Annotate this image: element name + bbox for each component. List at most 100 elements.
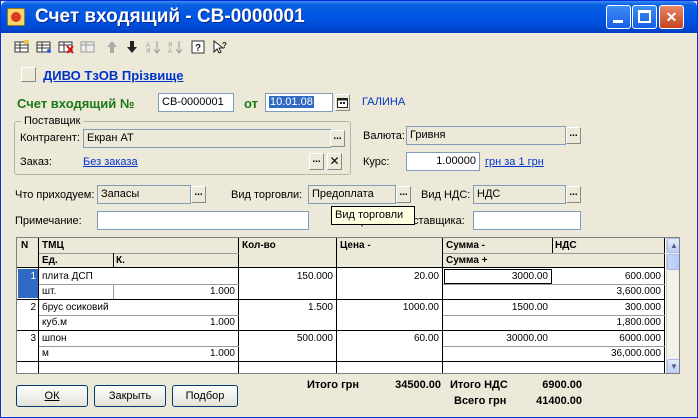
col-header-k[interactable]: К. (116, 255, 125, 266)
scroll-thumb[interactable] (667, 254, 679, 270)
scroll-up-button[interactable]: ▲ (667, 238, 679, 253)
row-k[interactable]: 1.000 (157, 317, 235, 328)
edit-row-icon[interactable] (79, 40, 97, 58)
row-qty[interactable]: 500.000 (241, 333, 333, 344)
contractor-field[interactable]: Екран АТ (83, 129, 331, 148)
row-number[interactable]: 2 (18, 302, 36, 313)
row-name[interactable]: шпон (42, 333, 67, 344)
sort-asc-icon[interactable]: AЯ (145, 40, 163, 58)
items-table[interactable]: N ТМЦ Ед. К. Кол-во Цена - Сумма - НДС С… (16, 237, 680, 374)
row-k[interactable]: 1.000 (157, 286, 235, 297)
svg-text:?: ? (195, 43, 201, 54)
total-value: 34500.00 (395, 379, 441, 391)
scroll-down-button[interactable]: ▼ (667, 359, 679, 373)
document-number-label: Счет входящий № (17, 96, 135, 111)
minimize-button[interactable] (606, 5, 631, 29)
row-unit[interactable]: шт. (42, 286, 56, 297)
row-vat[interactable]: 6000.000 (555, 333, 661, 344)
move-up-icon[interactable] (103, 40, 121, 58)
incoming-field[interactable]: Запасы (97, 185, 191, 204)
order-link[interactable]: Без заказа (83, 156, 138, 168)
ok-button[interactable]: ОК (16, 385, 88, 407)
incoming-label: Что приходуем: (15, 189, 95, 201)
rate-unit-link[interactable]: грн за 1 грн (485, 156, 544, 168)
organization-select-button[interactable] (21, 67, 36, 82)
supplier-invoice-number-field[interactable] (473, 211, 581, 230)
copy-row-icon[interactable] (35, 40, 53, 58)
incoming-select-button[interactable]: ... (191, 186, 206, 203)
col-header-number[interactable]: N (21, 240, 28, 251)
help-icon[interactable]: ? (189, 40, 207, 58)
vat-type-field[interactable]: НДС (473, 185, 566, 204)
note-field[interactable] (97, 211, 309, 230)
row-sum-plus[interactable]: 36,000.000 (555, 348, 661, 359)
row-sum[interactable]: 1500.00 (445, 302, 548, 313)
svg-text:?: ? (222, 41, 227, 50)
trade-field[interactable]: Предоплата (308, 185, 396, 204)
calendar-button[interactable] (335, 94, 350, 111)
trade-tooltip: Вид торговли (331, 206, 415, 225)
row-sum-plus[interactable]: 1,800.000 (555, 317, 662, 328)
col-header-unit[interactable]: Ед. (42, 255, 58, 266)
rate-field[interactable]: 1.00000 (406, 152, 480, 171)
row-price[interactable]: 60.00 (339, 333, 439, 344)
supplier-group-title: Поставщик (21, 115, 84, 127)
close-form-button[interactable]: Закрыть (94, 385, 166, 407)
row-price[interactable]: 1000.00 (339, 302, 439, 313)
contractor-label: Контрагент: (20, 132, 80, 144)
table-toolbar: AЯ ЯA ? ? (9, 38, 689, 60)
select-button-label: Подбор (185, 390, 225, 402)
order-clear-button[interactable]: ✕ (327, 153, 342, 170)
close-button[interactable]: ✕ (659, 5, 684, 29)
row-sum-plus[interactable]: 3,600.000 (555, 286, 662, 297)
table-scrollbar[interactable]: ▲ ▼ (666, 238, 679, 373)
row-qty[interactable]: 150.000 (241, 271, 333, 282)
close-icon: ✕ (665, 9, 678, 25)
row-number: 1 (30, 271, 36, 282)
row-unit[interactable]: м (42, 348, 49, 359)
minimize-icon (613, 20, 623, 23)
sort-desc-icon[interactable]: ЯA (167, 40, 185, 58)
new-row-icon[interactable] (13, 40, 31, 58)
help-pointer-icon[interactable]: ? (211, 39, 229, 58)
trade-label: Вид торговли: (231, 189, 303, 201)
delete-row-icon[interactable] (57, 40, 75, 58)
col-header-tmc[interactable]: ТМЦ (42, 240, 64, 251)
row-name[interactable]: брус осиковий (42, 302, 109, 313)
trade-select-button[interactable]: ... (396, 186, 411, 203)
row-vat[interactable]: 600.000 (555, 271, 661, 282)
currency-field[interactable]: Гривня (406, 126, 566, 145)
col-header-sum-plus[interactable]: Сумма + (446, 255, 488, 266)
row-k[interactable]: 1.000 (157, 348, 235, 359)
col-header-sum[interactable]: Сумма - (446, 240, 485, 251)
date-field[interactable]: 10.01.08 (265, 93, 333, 112)
row-price[interactable]: 20.00 (339, 271, 439, 282)
vat-total-value: 6900.00 (542, 379, 582, 391)
move-down-icon[interactable] (123, 40, 141, 58)
row-name[interactable]: плита ДСП (42, 271, 93, 282)
document-number-field[interactable]: СВ-0000001 (158, 93, 234, 112)
currency-select-button[interactable]: ... (566, 127, 581, 144)
grand-total-value: 41400.00 (536, 395, 582, 407)
vat-type-select-button[interactable]: ... (566, 186, 581, 203)
maximize-icon (638, 10, 651, 23)
row-number[interactable]: 3 (18, 333, 36, 344)
calendar-icon (337, 98, 348, 108)
col-header-qty[interactable]: Кол-во (242, 240, 276, 251)
row-sum[interactable]: 30000.00 (445, 333, 548, 344)
total-label: Итого грн (307, 379, 360, 391)
organization-link[interactable]: ДИВО ТзОВ Прізвище (43, 68, 183, 83)
col-header-vat[interactable]: НДС (555, 240, 577, 251)
select-button[interactable]: Подбор (172, 385, 238, 407)
maximize-button[interactable] (632, 5, 657, 29)
currency-label: Валюта: (363, 130, 405, 142)
row-vat[interactable]: 300.000 (555, 302, 661, 313)
order-select-button[interactable]: ... (309, 153, 324, 170)
col-header-price[interactable]: Цена - (340, 240, 371, 251)
row-qty[interactable]: 1.500 (241, 302, 333, 313)
row-unit[interactable]: куб.м (42, 317, 67, 328)
vat-type-label: Вид НДС: (421, 189, 471, 201)
close-form-button-label: Закрыть (108, 390, 152, 402)
contractor-select-button[interactable]: ... (330, 130, 345, 147)
title-bar[interactable]: Счет входящий - СВ-0000001 ✕ (1, 1, 697, 33)
